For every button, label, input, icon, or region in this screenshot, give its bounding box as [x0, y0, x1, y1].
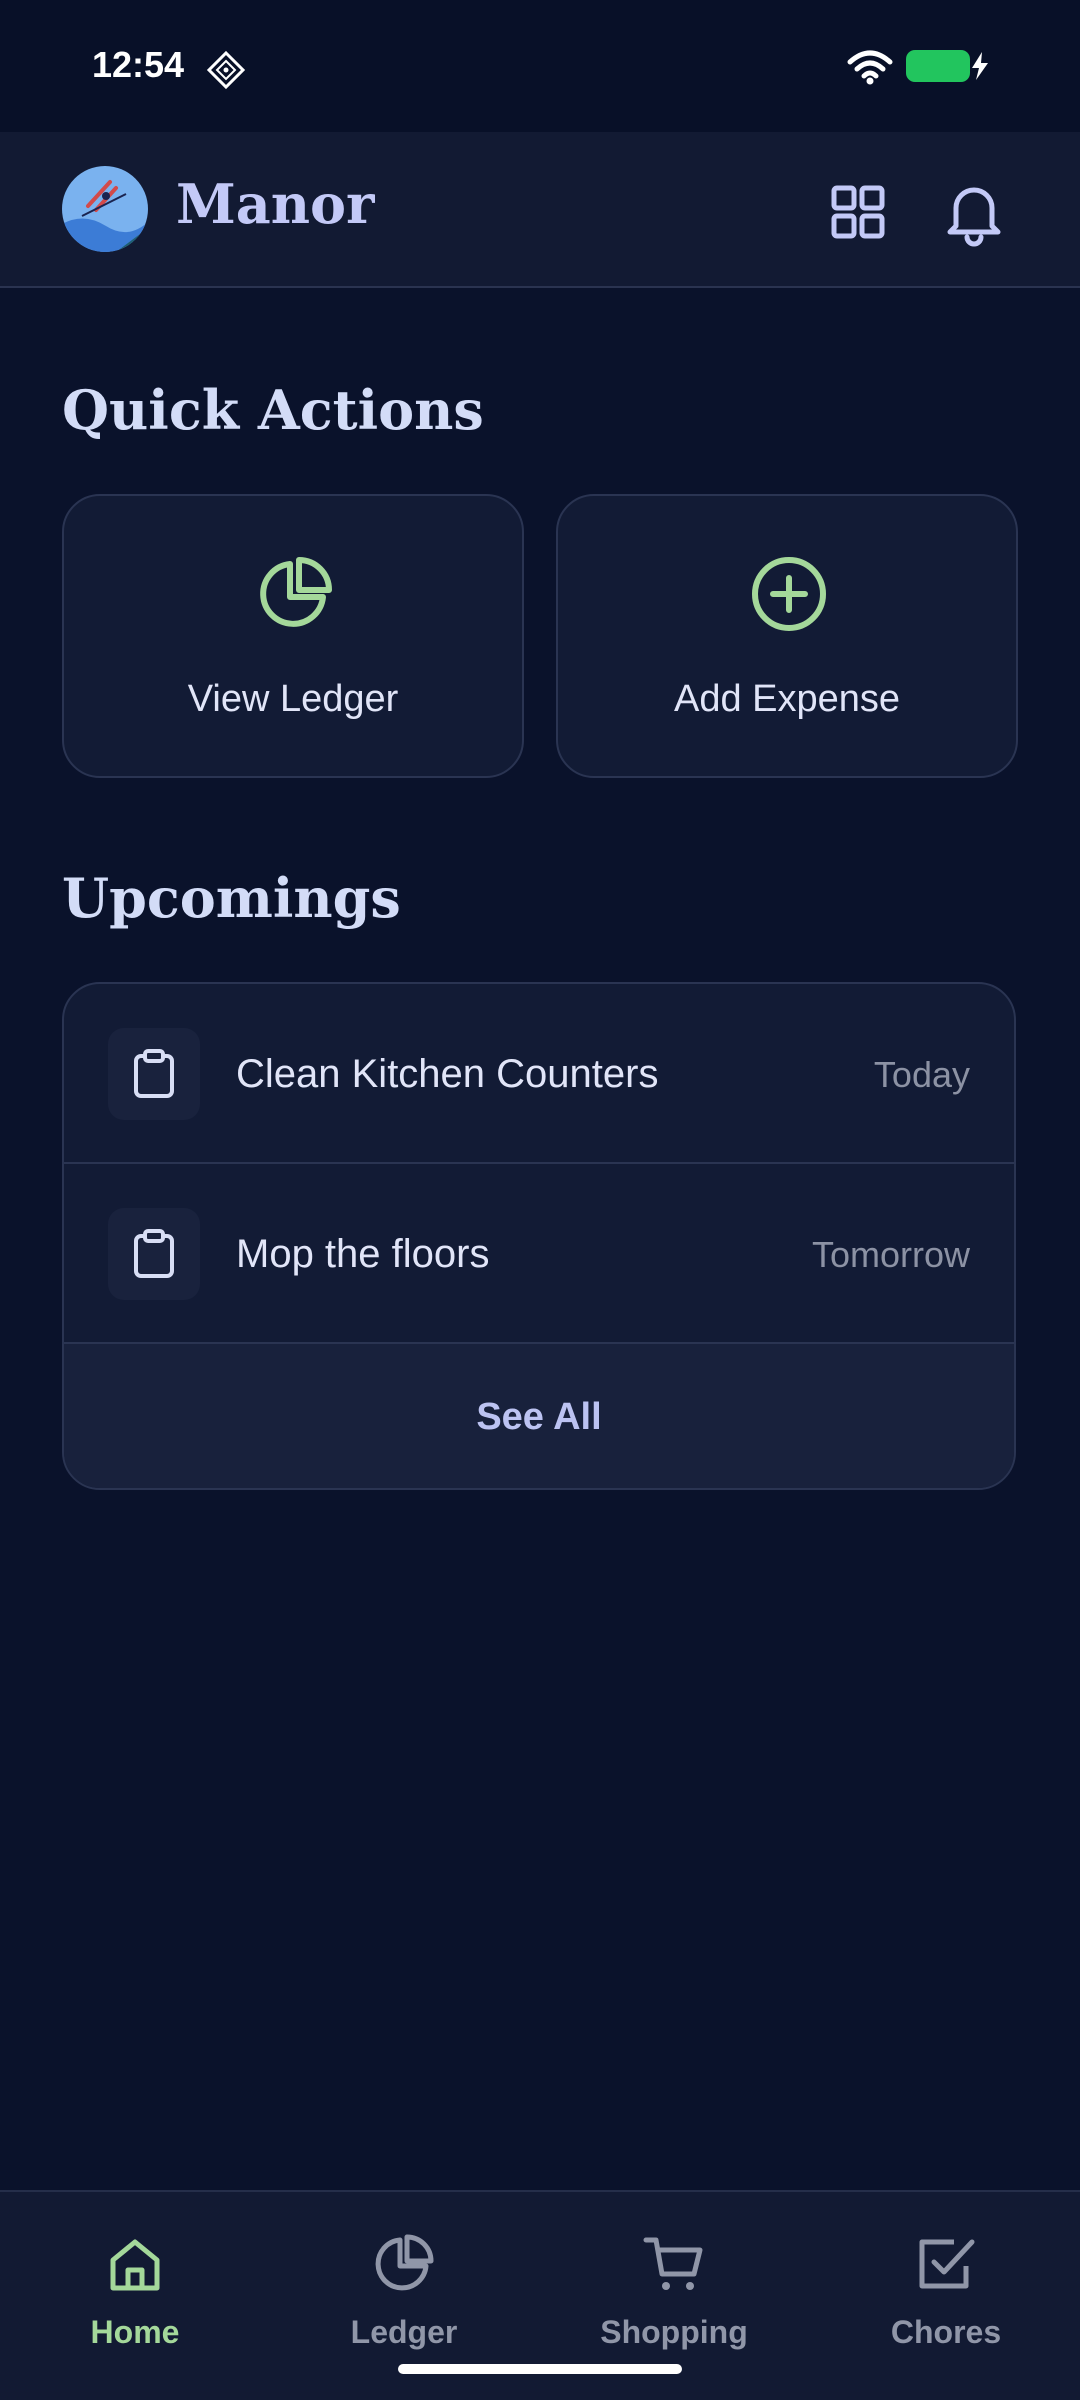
add-expense-label: Add Expense	[673, 678, 901, 720]
nav-home[interactable]: Home	[35, 2232, 235, 2362]
pie-chart-icon	[375, 2234, 434, 2291]
see-all-button[interactable]: See All	[64, 1344, 1014, 1488]
chore-title: Mop the floors	[236, 1232, 490, 1276]
view-ledger-label: View Ledger	[187, 678, 399, 720]
clipboard-icon-container	[108, 1028, 200, 1120]
view-ledger-button[interactable]: View Ledger	[62, 494, 524, 778]
cart-icon	[643, 2237, 703, 2290]
clipboard-icon	[134, 1229, 174, 1278]
avatar[interactable]	[62, 166, 148, 252]
clipboard-icon	[134, 1049, 174, 1098]
chore-due: Tomorrow	[811, 1234, 970, 1275]
plus-circle-icon	[752, 557, 826, 631]
chore-due: Today	[873, 1054, 970, 1095]
upcomings-title: Upcomings	[62, 866, 401, 930]
grid-icon	[831, 185, 885, 239]
nav-ledger-label: Ledger	[350, 2314, 458, 2350]
home-icon	[110, 2239, 160, 2291]
wifi-icon	[847, 50, 893, 85]
upcomings-list: Clean Kitchen Counters Today Mop the flo…	[62, 982, 1016, 1490]
status-bar: 12:54	[0, 0, 1080, 132]
status-time: 12:54	[92, 44, 185, 85]
notifications-button[interactable]	[938, 176, 1010, 248]
pie-chart-icon	[260, 557, 332, 627]
add-expense-button[interactable]: Add Expense	[556, 494, 1018, 778]
top-app-bar: Manor	[0, 132, 1080, 288]
battery-charging-icon	[906, 50, 988, 82]
list-item[interactable]: Clean Kitchen Counters Today	[64, 984, 1014, 1164]
nav-ledger[interactable]: Ledger	[304, 2232, 504, 2362]
chore-title: Clean Kitchen Counters	[236, 1052, 659, 1096]
list-item[interactable]: Mop the floors Tomorrow	[64, 1164, 1014, 1344]
bell-icon	[947, 187, 1001, 247]
nav-chores[interactable]: Chores	[846, 2232, 1046, 2362]
apps-grid-button[interactable]	[822, 176, 894, 248]
check-square-icon	[919, 2239, 975, 2289]
home-indicator[interactable]	[398, 2364, 682, 2374]
nav-shopping-label: Shopping	[600, 2314, 748, 2350]
quick-actions-title: Quick Actions	[62, 378, 484, 442]
nav-chores-label: Chores	[890, 2314, 1002, 2350]
app-notification-icon	[206, 50, 246, 90]
nav-home-label: Home	[90, 2314, 180, 2350]
app-title: Manor	[176, 172, 375, 236]
nav-shopping[interactable]: Shopping	[574, 2232, 774, 2362]
clipboard-icon-container	[108, 1208, 200, 1300]
